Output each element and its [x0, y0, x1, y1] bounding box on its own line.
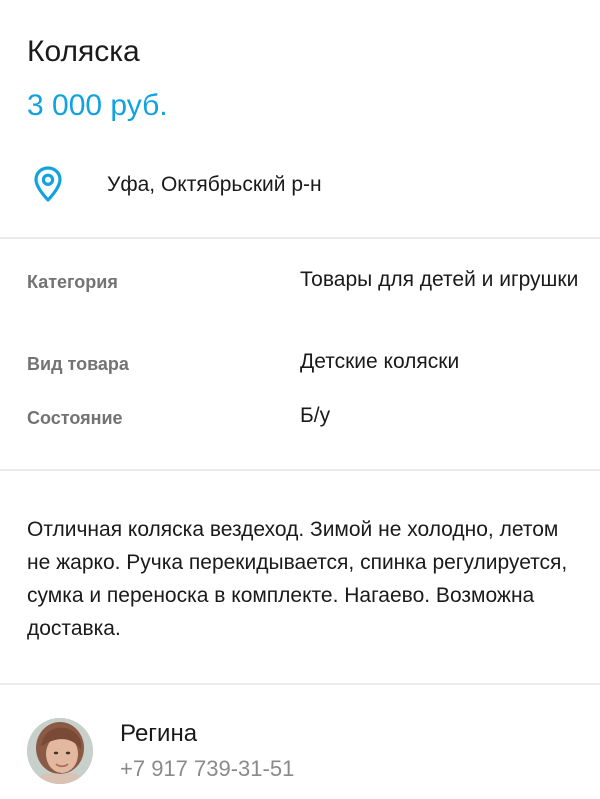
divider — [0, 683, 600, 685]
seller-name[interactable]: Регина — [120, 719, 197, 749]
listing-price: 3 000 руб. — [27, 89, 168, 122]
attr-label-condition: Состояние — [27, 408, 123, 428]
attr-label-category: Категория — [27, 272, 118, 292]
seller-avatar[interactable] — [27, 718, 93, 784]
divider — [0, 469, 600, 471]
divider — [0, 237, 600, 239]
attr-value-condition: Б/у — [300, 404, 331, 427]
listing-description: Отличная коляска вездеход. Зимой не холо… — [27, 518, 568, 640]
map-pin-icon — [30, 164, 66, 204]
location-row[interactable]: Уфа, Октябрьский р-н — [30, 164, 322, 204]
attr-value-category: Товары для детей и игрушки — [300, 268, 579, 291]
listing-title: Коляска — [27, 35, 140, 68]
location-text: Уфа, Октябрьский р-н — [107, 173, 322, 196]
attr-value-item-type: Детские коляски — [300, 350, 460, 373]
seller-phone[interactable]: +7 917 739-31-51 — [120, 755, 294, 783]
attr-label-item-type: Вид товара — [27, 354, 129, 374]
